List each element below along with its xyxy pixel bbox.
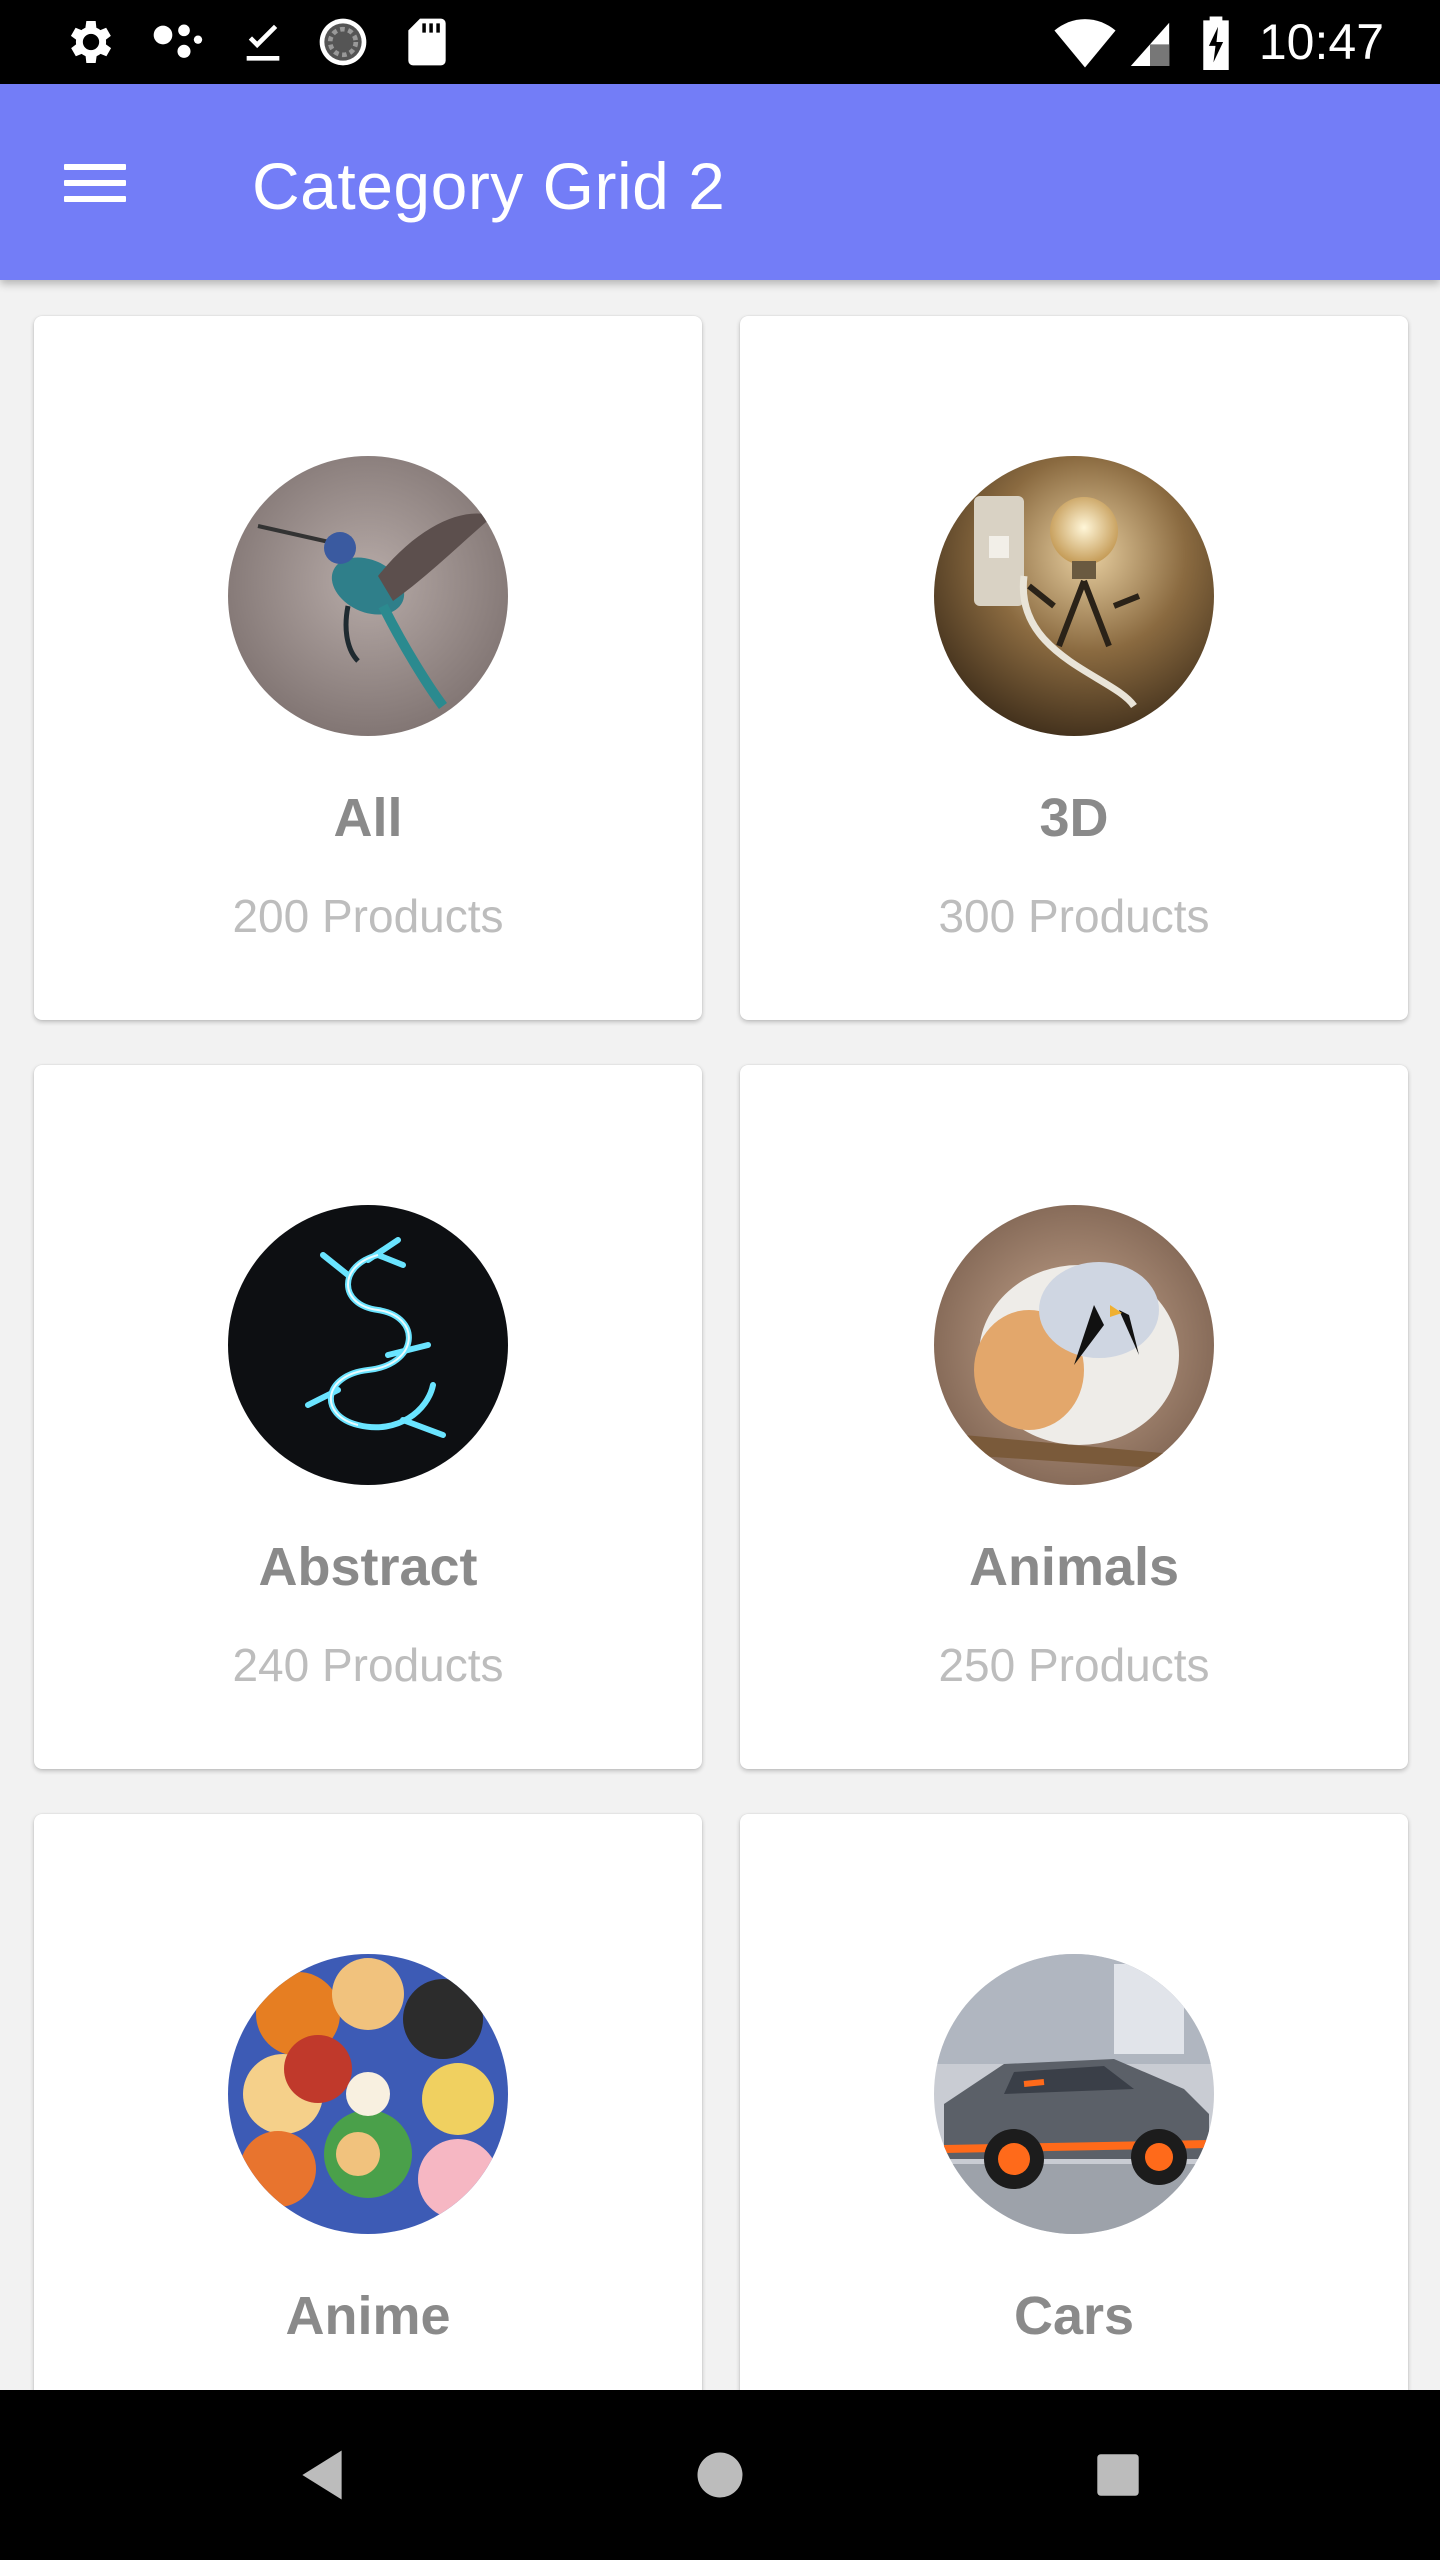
assistant-dots-icon xyxy=(146,14,208,70)
page-title: Category Grid 2 xyxy=(252,149,726,223)
hummingbird-image xyxy=(228,456,508,736)
category-product-count: 300 Products xyxy=(938,890,1210,942)
wifi-icon xyxy=(1052,14,1118,70)
signal-icon xyxy=(1124,14,1176,70)
lightbulb-robot-image xyxy=(934,456,1214,736)
settings-icon xyxy=(60,14,122,70)
category-product-count: 240 Products xyxy=(232,1639,504,1691)
category-card-animals[interactable]: Animals 250 Products xyxy=(740,1065,1408,1769)
navigation-bar xyxy=(0,2390,1440,2560)
clock: 10:47 xyxy=(1258,14,1384,70)
anime-collage-image xyxy=(228,1954,508,2234)
category-name: Cars xyxy=(1013,2286,1135,2346)
battery-charging-icon xyxy=(1196,14,1236,70)
category-card-cars[interactable]: Cars xyxy=(740,1814,1408,2390)
category-name: Anime xyxy=(285,2286,451,2346)
category-name: Abstract xyxy=(258,1537,478,1597)
recents-icon[interactable] xyxy=(1078,2435,1158,2515)
category-name: All xyxy=(333,788,403,848)
app-bar: Category Grid 2 xyxy=(0,84,1440,280)
status-bar: 10:47 xyxy=(0,0,1440,84)
category-name: Animals xyxy=(968,1537,1180,1597)
home-icon[interactable] xyxy=(680,2435,760,2515)
category-product-count: 200 Products xyxy=(232,890,504,942)
category-grid: All 200 Products 3D 300 Products Abstrac… xyxy=(0,280,1440,2390)
hamburger-menu-icon[interactable] xyxy=(60,158,132,208)
category-product-count: 250 Products xyxy=(938,1639,1210,1691)
sports-car-image xyxy=(934,1954,1214,2234)
category-card-anime[interactable]: Anime xyxy=(34,1814,702,2390)
download-done-icon xyxy=(232,14,294,70)
category-name: 3D xyxy=(1039,788,1109,848)
sd-card-icon xyxy=(396,14,458,70)
category-card-3d[interactable]: 3D 300 Products xyxy=(740,316,1408,1020)
small-bird-image xyxy=(934,1205,1214,1485)
category-card-all[interactable]: All 200 Products xyxy=(34,316,702,1020)
back-icon[interactable] xyxy=(282,2435,362,2515)
sync-circle-icon xyxy=(312,14,374,70)
glowing-dragon-image xyxy=(228,1205,508,1485)
category-card-abstract[interactable]: Abstract 240 Products xyxy=(34,1065,702,1769)
